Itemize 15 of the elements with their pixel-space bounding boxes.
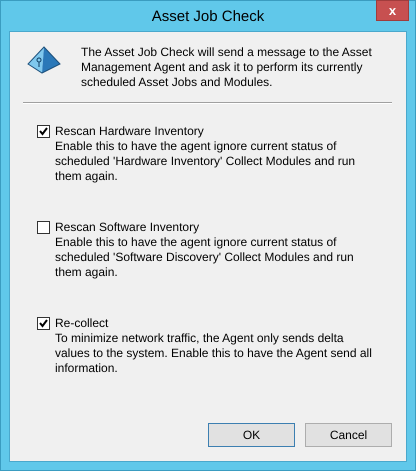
checkbox[interactable] [37,221,50,234]
checkbox[interactable] [37,125,50,138]
option-label[interactable]: Re-collect [55,316,375,331]
option-description: To minimize network traffic, the Agent only sends delta values to the system. Enable this to have the Agent send all information. [55,331,373,376]
close-button[interactable]: x [376,0,409,21]
intro-text: The Asset Job Check will send a message to the Asset Management Agent and ask it to perform its currently scheduled Asset Jobs and Modules. [81,45,373,90]
ok-button[interactable]: OK [208,423,295,447]
option-label[interactable]: Rescan Software Inventory [55,220,375,235]
window-title: Asset Job Check [152,8,264,24]
option-description: Enable this to have the agent ignore current status of scheduled 'Software Discovery' Collect Modules and run them again. [55,235,355,280]
option-label[interactable]: Rescan Hardware Inventory [55,124,375,139]
cancel-button[interactable]: Cancel [305,423,392,447]
pyramid-icon [27,46,61,74]
checkbox[interactable] [37,317,50,330]
option-description: Enable this to have the agent ignore current status of scheduled 'Hardware Inventory' Collect Modules and run them again. [55,139,356,184]
